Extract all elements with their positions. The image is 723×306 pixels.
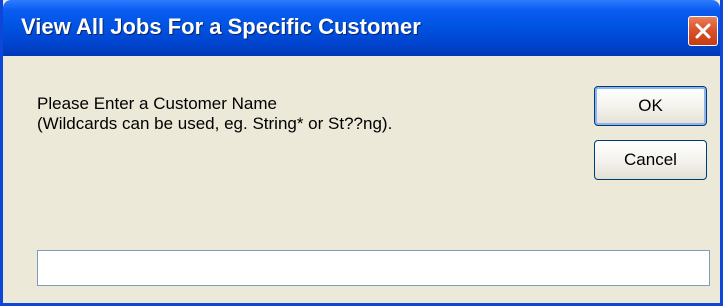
close-icon <box>695 23 711 39</box>
prompt-line-1: Please Enter a Customer Name <box>37 94 277 113</box>
customer-name-input[interactable] <box>37 250 710 286</box>
prompt-text: Please Enter a Customer Name (Wildcards … <box>37 94 392 134</box>
close-button[interactable] <box>688 16 718 46</box>
ok-button[interactable]: OK <box>594 86 707 126</box>
prompt-line-2: (Wildcards can be used, eg. String* or S… <box>37 114 393 133</box>
dialog-title: View All Jobs For a Specific Customer <box>21 14 421 39</box>
cancel-button[interactable]: Cancel <box>594 140 707 180</box>
title-bar[interactable]: View All Jobs For a Specific Customer <box>3 0 720 56</box>
dialog-window: View All Jobs For a Specific Customer Pl… <box>0 0 723 306</box>
